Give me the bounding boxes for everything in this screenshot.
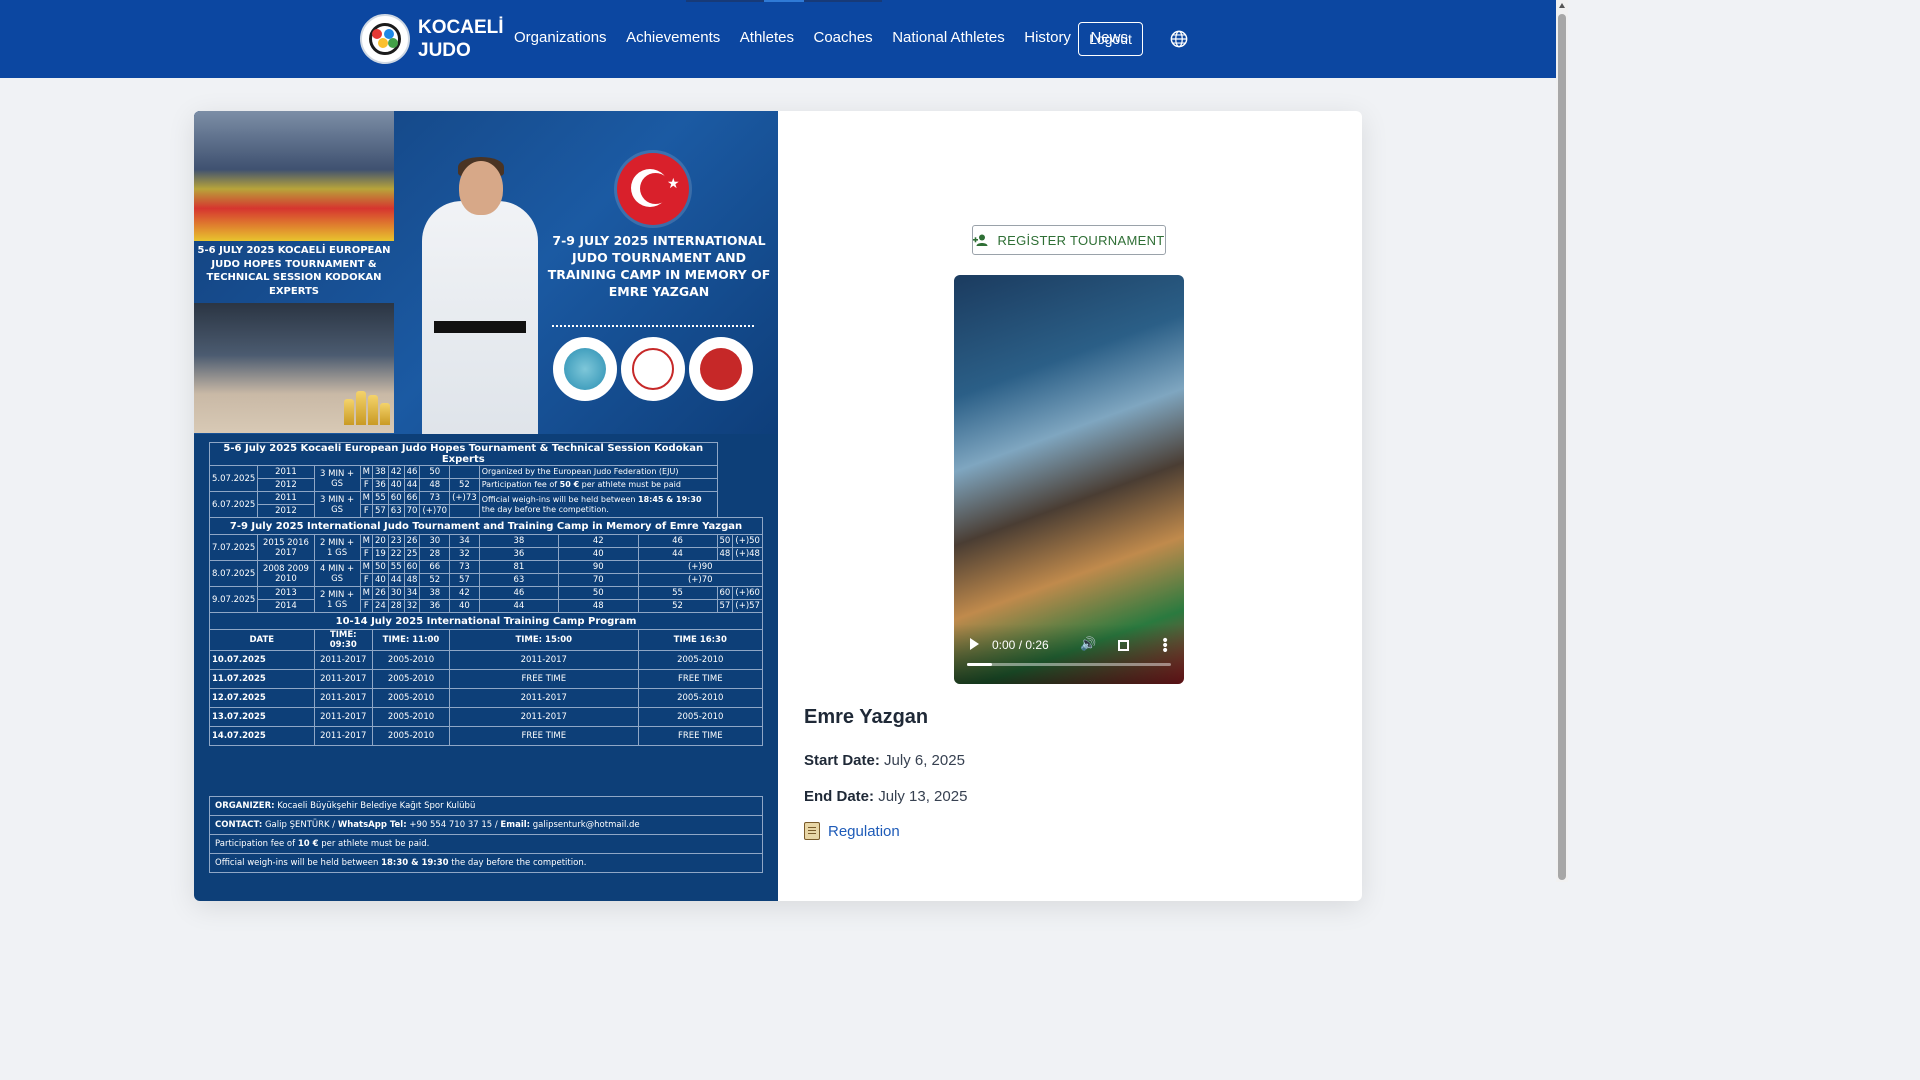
weigh-in-line: Official weigh-ins will be held between … [210,853,762,872]
more-options-icon[interactable]: • • • [1161,634,1169,658]
tournament-video[interactable]: 0:00 / 0:26 🔊 • • • [954,275,1184,684]
page-scrollbar[interactable] [1556,0,1568,882]
federation-seal [689,337,753,401]
tournament-card: 5-6 JULY 2025 KOCAELİ EUROPEAN JUDO HOPE… [194,111,1362,901]
club-logo [360,14,410,64]
video-time: 0:00 / 0:26 [992,638,1049,652]
organizer-line: ORGANIZER: Kocaeli Büyükşehir Belediye K… [210,796,762,815]
tournament-name: Emre Yazgan [804,706,929,728]
turkish-flag-icon: ★ [617,153,689,225]
poster-schedule-table: 5-6 July 2025 Kocaeli European Judo Hope… [208,442,764,746]
fullscreen-icon[interactable] [1118,640,1129,651]
municipality-seal [553,337,617,401]
nav-coaches[interactable]: Coaches [813,29,872,46]
ministry-seal [621,337,685,401]
progress-bar-segment [764,0,804,2]
video-controls [954,624,1184,684]
end-date: End Date: July 13, 2025 [804,788,968,805]
nav-achievements[interactable]: Achievements [626,29,720,46]
globe-icon[interactable] [1170,30,1188,48]
athlete-figure [422,201,538,434]
nav-organizations[interactable]: Organizations [514,29,607,46]
fee-line: Participation fee of 10 € per athlete mu… [210,834,762,853]
logout-button[interactable]: Logout [1078,22,1143,56]
main-nav: Organizations Achievements Athletes Coac… [514,29,1147,46]
poster-right-caption: 7-9 JULY 2025 INTERNATIONAL JUDO TOURNAM… [547,233,771,299]
progress-bar-segment [686,0,764,2]
tournament-poster: 5-6 JULY 2025 KOCAELİ EUROPEAN JUDO HOPE… [194,111,778,901]
scrollbar-thumb[interactable] [1558,14,1566,880]
volume-icon[interactable]: 🔊 [1080,637,1096,652]
poster-info-lines: ORGANIZER: Kocaeli Büyükşehir Belediye K… [209,796,763,873]
poster-banner: 5-6 JULY 2025 KOCAELİ EUROPEAN JUDO HOPE… [194,111,778,434]
regulation-label: Regulation [828,822,900,840]
add-person-icon [973,234,988,246]
arena-photo [194,111,394,241]
scroll-icon [804,822,820,840]
register-tournament-button[interactable]: REGİSTER TOURNAMENT [972,225,1166,255]
nav-history[interactable]: History [1024,29,1071,46]
start-date: Start Date: July 6, 2025 [804,752,965,769]
nav-national-athletes[interactable]: National Athletes [892,29,1005,46]
contact-line: CONTACT: Galip ŞENTÜRK / WhatsApp Tel: +… [210,815,762,834]
nav-athletes[interactable]: Athletes [740,29,794,46]
progress-bar-segment [804,0,882,2]
poster-left-caption: 5-6 JULY 2025 KOCAELİ EUROPEAN JUDO HOPE… [197,245,391,297]
black-belt [434,321,526,333]
regulation-link[interactable]: Regulation [804,822,900,840]
top-navbar: KOCAELİ JUDO Organizations Achievements … [0,0,1556,78]
play-icon[interactable] [970,638,979,650]
brand-name: KOCAELİ JUDO [418,17,504,61]
scroll-up-icon[interactable] [1559,3,1565,8]
trophies-photo [194,303,394,433]
brand-home-link[interactable]: KOCAELİ JUDO [360,14,504,64]
video-progress-slider[interactable] [967,663,1171,666]
register-tournament-label: REGİSTER TOURNAMENT [997,232,1165,248]
